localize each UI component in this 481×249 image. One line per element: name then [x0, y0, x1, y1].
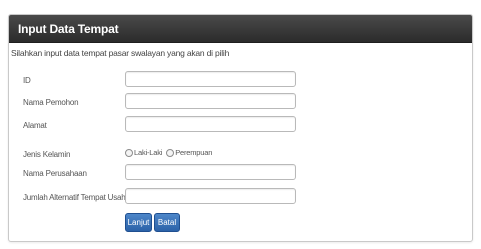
panel-header: Input Data Tempat — [9, 15, 472, 43]
input-panel: Input Data Tempat Silahkan input data te… — [8, 14, 473, 242]
gender-option-laki-laki[interactable]: Laki-Laki — [125, 148, 162, 157]
screenshot: Input Data Tempat Silahkan input data te… — [0, 0, 481, 249]
gender-radio-group: Laki-Laki Perempuan — [125, 148, 216, 157]
radio-laki-laki[interactable] — [125, 148, 133, 157]
intro-text: Silahkan input data tempat pasar swalaya… — [11, 48, 230, 58]
nama-pemohon-label: Nama Pemohon — [23, 98, 79, 107]
radio-label-laki-laki: Laki-Laki — [134, 148, 163, 157]
jumlah-alternatif-input[interactable] — [125, 188, 296, 204]
id-label: ID — [23, 76, 31, 85]
cancel-button[interactable]: Batal — [154, 213, 180, 232]
alamat-label: Alamat — [23, 121, 47, 130]
radio-perempuan[interactable] — [166, 148, 175, 157]
jenis-kelamin-label: Jenis Kelamin — [23, 150, 71, 159]
panel-title: Input Data Tempat — [18, 22, 119, 36]
nama-pemohon-input[interactable] — [125, 93, 296, 109]
next-button[interactable]: Lanjut — [125, 213, 152, 232]
alamat-input[interactable] — [125, 116, 296, 132]
nama-perusahaan-label: Nama Perusahaan — [23, 169, 87, 178]
id-input[interactable] — [125, 71, 296, 87]
jumlah-alternatif-label: Jumlah Alternatif Tempat Usaha — [23, 193, 130, 202]
nama-perusahaan-input[interactable] — [125, 164, 296, 180]
gender-option-perempuan[interactable]: Perempuan — [166, 148, 212, 157]
radio-label-perempuan: Perempuan — [175, 148, 213, 157]
